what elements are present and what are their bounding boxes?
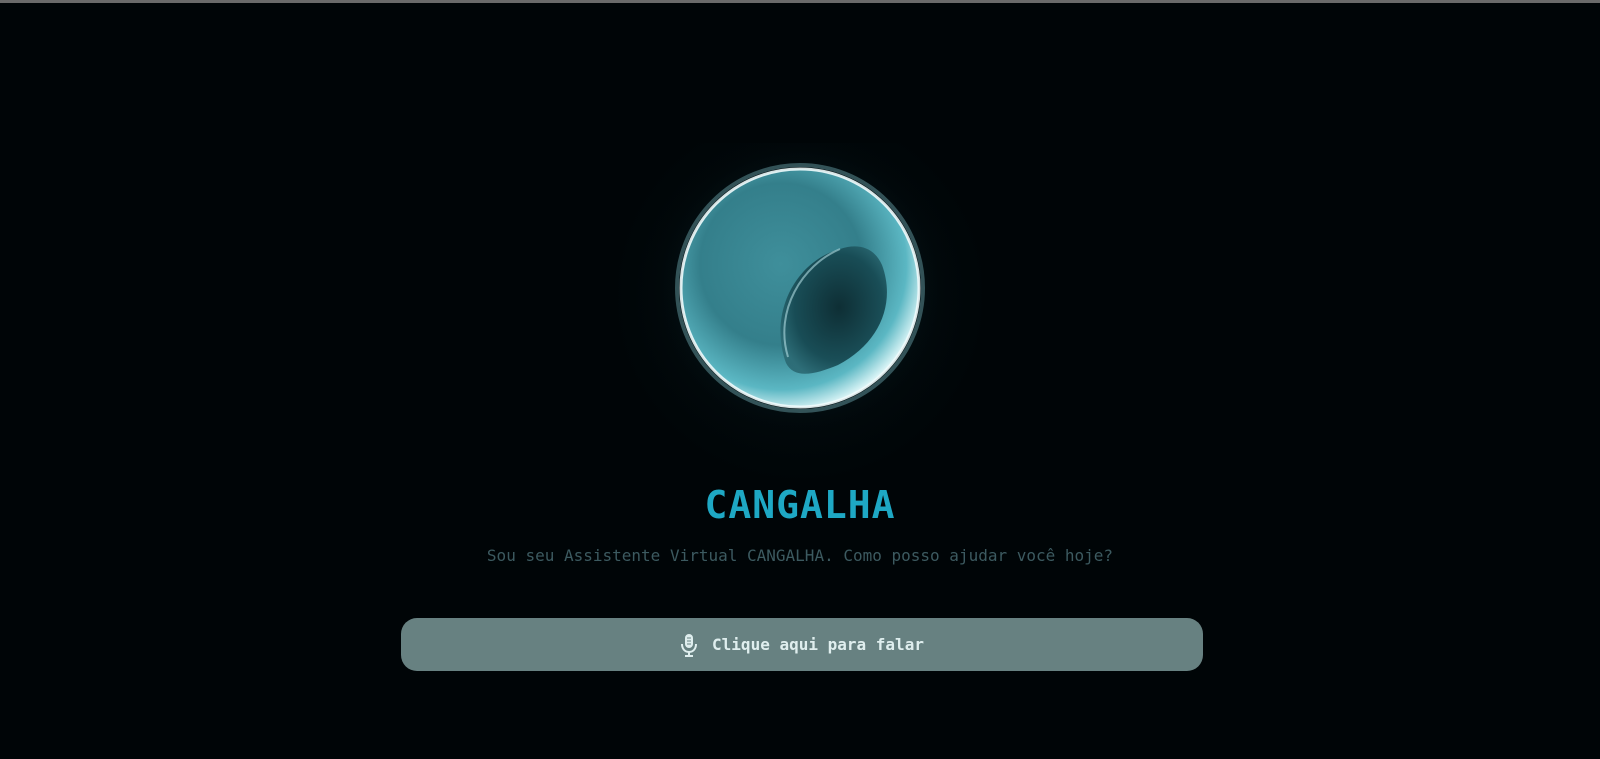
microphone-icon <box>680 633 698 657</box>
assistant-greeting: Sou seu Assistente Virtual CANGALHA. Com… <box>486 546 1114 565</box>
glowing-sphere-icon <box>650 143 950 438</box>
talk-button[interactable]: Clique aqui para falar <box>401 618 1203 671</box>
orb-container <box>618 143 982 483</box>
assistant-screen: CANGALHA Sou seu Assistente Virtual CANG… <box>0 3 1600 759</box>
assistant-name: CANGALHA <box>704 483 896 527</box>
talk-button-label: Clique aqui para falar <box>712 635 924 654</box>
